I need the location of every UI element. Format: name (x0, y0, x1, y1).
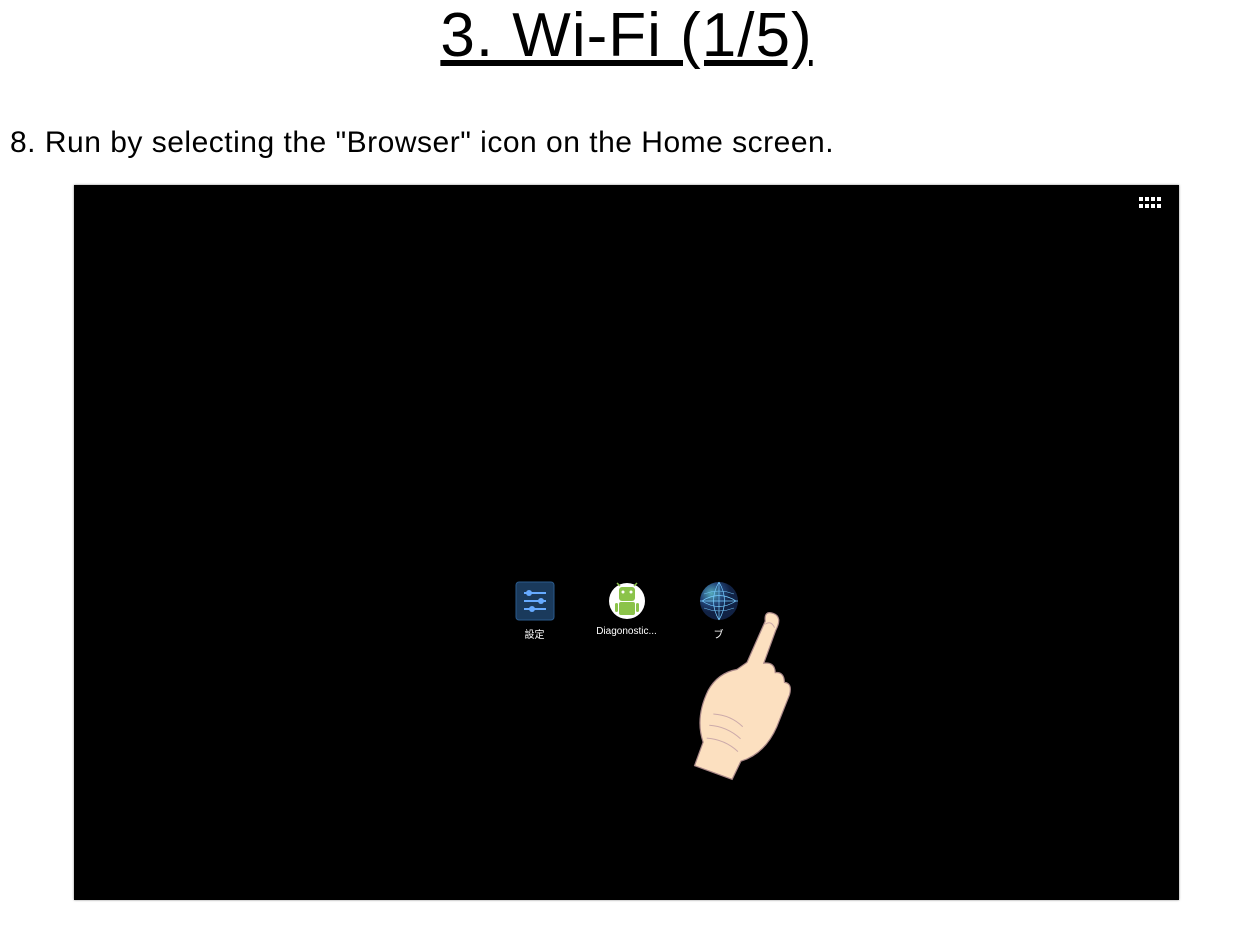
diagnostic-icon (606, 580, 648, 622)
home-icon-row: 設定 Diagonostic... (509, 580, 745, 641)
app-label: 設定 (525, 626, 545, 641)
app-drawer-icon[interactable] (1139, 197, 1161, 209)
app-icon-settings[interactable]: 設定 (509, 580, 561, 641)
browser-icon (698, 580, 740, 622)
app-label: ブ (714, 626, 724, 641)
settings-icon (514, 580, 556, 622)
app-icon-diagnostic[interactable]: Diagonostic... (601, 580, 653, 637)
device-screenshot: 設定 Diagonostic... (74, 185, 1179, 900)
page-title: 3. Wi-Fi (1/5) (0, 0, 1253, 71)
instruction-step: 8. Run by selecting the "Browser" icon o… (0, 126, 1253, 160)
app-label: Diagonostic... (596, 626, 657, 637)
app-icon-browser[interactable]: ブ (693, 580, 745, 641)
